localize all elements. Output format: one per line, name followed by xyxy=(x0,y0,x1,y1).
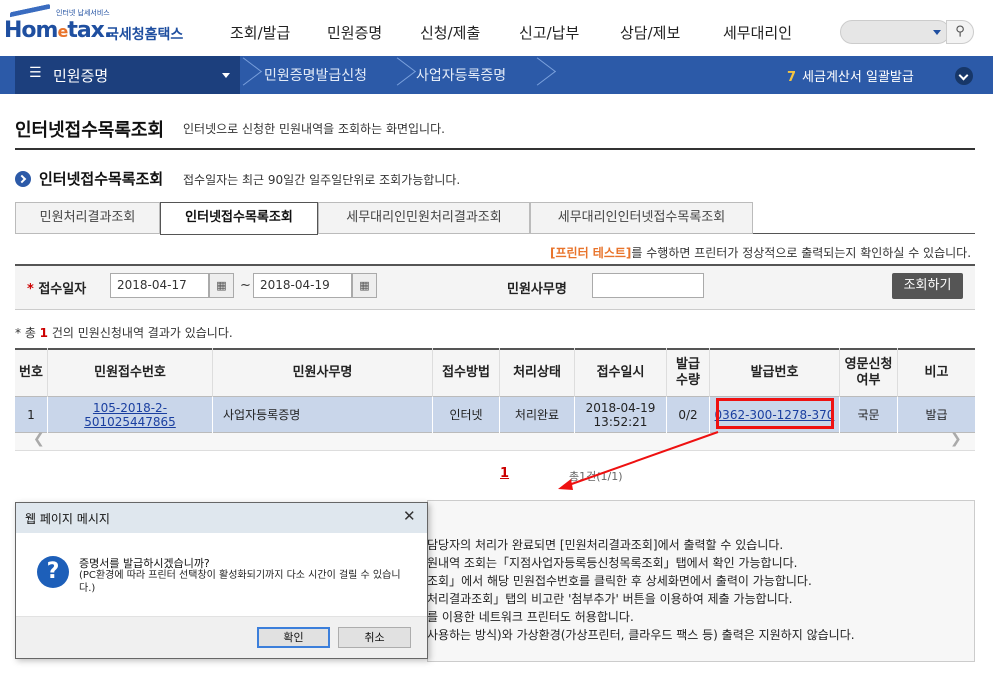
dialog-title-bar[interactable]: 웹 페이지 메시지 ✕ xyxy=(16,503,427,533)
close-icon[interactable]: ✕ xyxy=(403,507,416,525)
question-icon: ? xyxy=(37,556,69,588)
dialog-submessage: (PC환경에 따라 프린터 선택창이 활성화되기까지 다소 시간이 걸릴 수 있… xyxy=(79,570,401,594)
cancel-button[interactable]: 취소 xyxy=(338,627,411,648)
ok-button[interactable]: 확인 xyxy=(257,627,330,648)
message-dialog: 웹 페이지 메시지 ✕ ? 증명서를 발급하시겠습니까? (PC환경에 따라 프… xyxy=(15,502,428,659)
dialog-title: 웹 페이지 메시지 xyxy=(25,512,110,526)
